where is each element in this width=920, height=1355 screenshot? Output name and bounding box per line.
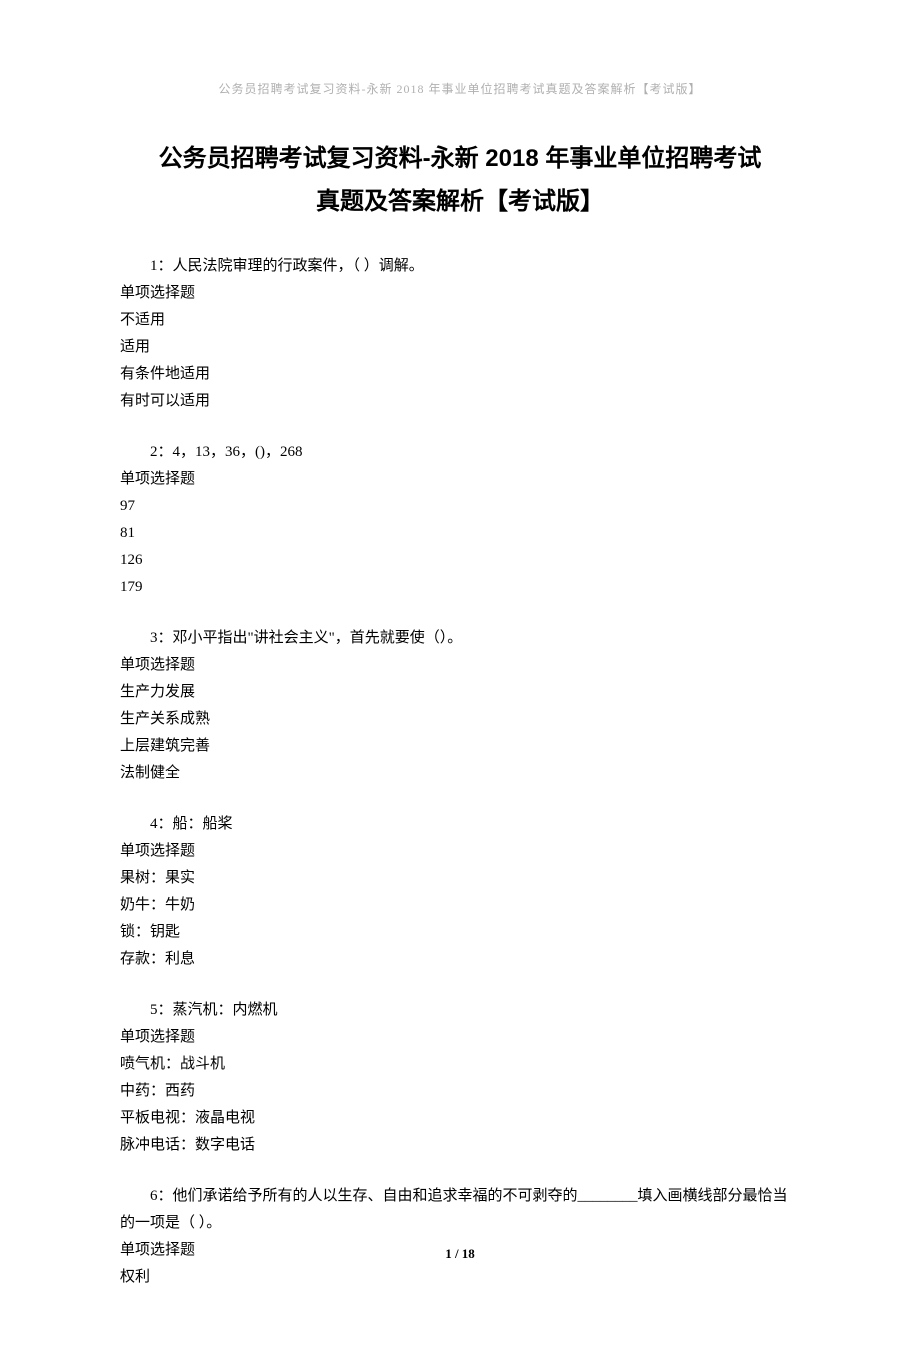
document-page: 公务员招聘考试复习资料-永新 2018 年事业单位招聘考试真题及答案解析【考试版… [0, 0, 920, 1355]
question-type: 单项选择题 [120, 652, 800, 679]
question-text: 2：4，13，36，()，268 [120, 439, 800, 466]
option: 果树：果实 [120, 865, 800, 892]
question-text: 4：船：船桨 [120, 811, 800, 838]
question-text: 6：他们承诺给予所有的人以生存、自由和追求幸福的不可剥夺的________填入画… [120, 1183, 800, 1237]
question-block: 4：船：船桨 单项选择题 果树：果实 奶牛：牛奶 锁：钥匙 存款：利息 [120, 811, 800, 973]
question-type: 单项选择题 [120, 280, 800, 307]
option: 平板电视：液晶电视 [120, 1105, 800, 1132]
option: 脉冲电话：数字电话 [120, 1132, 800, 1159]
option: 有条件地适用 [120, 361, 800, 388]
title-line-1: 公务员招聘考试复习资料-永新 2018 年事业单位招聘考试 [120, 137, 800, 180]
question-block: 1：人民法院审理的行政案件，（ ）调解。 单项选择题 不适用 适用 有条件地适用… [120, 253, 800, 415]
option: 中药：西药 [120, 1078, 800, 1105]
option: 生产力发展 [120, 679, 800, 706]
question-block: 5：蒸汽机：内燃机 单项选择题 喷气机：战斗机 中药：西药 平板电视：液晶电视 … [120, 997, 800, 1159]
option: 权利 [120, 1264, 800, 1291]
document-title: 公务员招聘考试复习资料-永新 2018 年事业单位招聘考试 真题及答案解析【考试… [120, 137, 800, 223]
question-type: 单项选择题 [120, 1024, 800, 1051]
question-type: 单项选择题 [120, 838, 800, 865]
option: 适用 [120, 334, 800, 361]
page-header: 公务员招聘考试复习资料-永新 2018 年事业单位招聘考试真题及答案解析【考试版… [120, 80, 800, 97]
page-number: 1 / 18 [0, 1246, 920, 1262]
question-type: 单项选择题 [120, 466, 800, 493]
question-text: 1：人民法院审理的行政案件，（ ）调解。 [120, 253, 800, 280]
option: 法制健全 [120, 760, 800, 787]
question-block: 6：他们承诺给予所有的人以生存、自由和追求幸福的不可剥夺的________填入画… [120, 1183, 800, 1291]
question-text: 3：邓小平指出"讲社会主义"，首先就要使（）。 [120, 625, 800, 652]
option: 126 [120, 547, 800, 574]
option: 179 [120, 574, 800, 601]
option: 97 [120, 493, 800, 520]
option: 上层建筑完善 [120, 733, 800, 760]
question-block: 2：4，13，36，()，268 单项选择题 97 81 126 179 [120, 439, 800, 601]
option: 锁：钥匙 [120, 919, 800, 946]
option: 喷气机：战斗机 [120, 1051, 800, 1078]
option: 存款：利息 [120, 946, 800, 973]
question-text: 5：蒸汽机：内燃机 [120, 997, 800, 1024]
option: 奶牛：牛奶 [120, 892, 800, 919]
option: 81 [120, 520, 800, 547]
title-line-2: 真题及答案解析【考试版】 [120, 180, 800, 223]
question-block: 3：邓小平指出"讲社会主义"，首先就要使（）。 单项选择题 生产力发展 生产关系… [120, 625, 800, 787]
document-content: 1：人民法院审理的行政案件，（ ）调解。 单项选择题 不适用 适用 有条件地适用… [120, 253, 800, 1291]
option: 生产关系成熟 [120, 706, 800, 733]
option: 不适用 [120, 307, 800, 334]
option: 有时可以适用 [120, 388, 800, 415]
